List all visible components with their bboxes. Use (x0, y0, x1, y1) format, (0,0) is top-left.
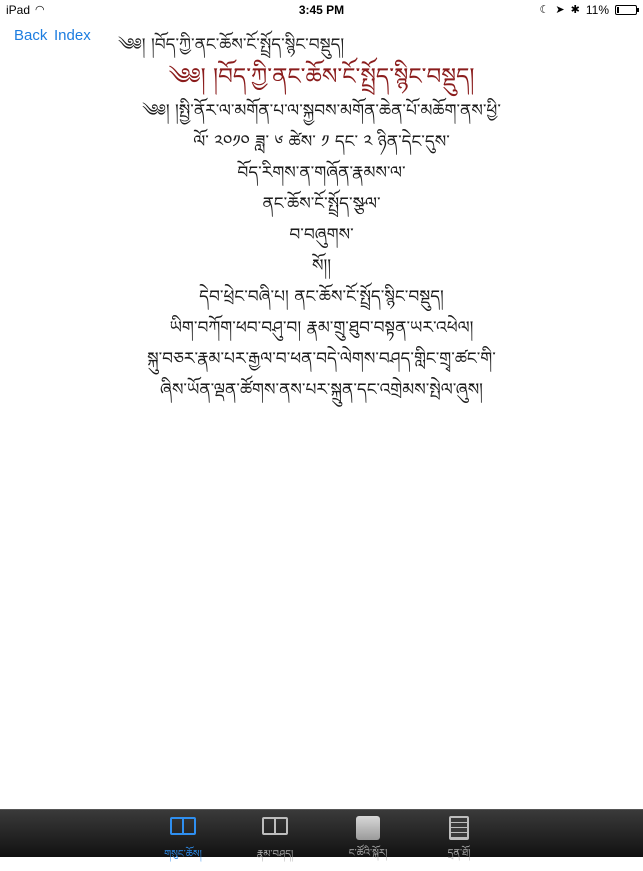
nav-bar: Back Index ༄༅། །བོད་ཀྱི་ནང་ཆོས་ངོ་སྤྲོད་… (0, 20, 643, 56)
open-book-icon (170, 817, 196, 841)
status-bar: iPad ◠ 3:45 PM ☾ ➤ ✱ 11% (0, 0, 643, 20)
status-right: ☾ ➤ ✱ 11% (539, 3, 639, 17)
text-line: བོད་རིགས་ན་གཞོན་རྣམས་ལ་ (237, 163, 406, 183)
back-button[interactable]: Back (14, 27, 47, 44)
text-line: སྐུ་བཅར་རྣམ་པར་རྒྱལ་བ་ཕན་བདེ་ལེགས་བཤད་གླ… (147, 349, 496, 369)
location-arrow-icon: ➤ (555, 4, 565, 16)
tab-teachings[interactable]: གསུང་ཆོས། (143, 813, 223, 860)
text-line: ཡིག་བཀོག་ཕབ་བཤུ་བ། རྣམ་གྲུ་ཐུབ་བསྟན་ཡར་འ… (169, 318, 474, 338)
battery-icon (615, 5, 639, 15)
text-line: བ་བཞུགས་ (289, 225, 354, 245)
moon-icon: ☾ (539, 4, 550, 16)
text-line: སོ།། (311, 256, 332, 276)
text-line: ལོ་ ༢༠༡༠ ཟླ་ ༦ ཚེས་ ༡ དང་ ༢ ཉིན་དེང་དུས་ (193, 132, 450, 152)
index-button[interactable]: Index (54, 27, 91, 44)
tab-label: དྲན་ཐོ། (447, 848, 471, 859)
text-line: ༄༅། །སྤྱི་ནོར་ལ་མགོན་པ་ལ་སྐྱབས་མགོན་ཆེན་… (142, 101, 501, 121)
tab-notes[interactable]: དྲན་ཐོ། (419, 813, 499, 859)
battery-level (617, 7, 619, 13)
open-book-icon (262, 817, 288, 841)
text-line: ཞིས་ཡོན་ལྡན་ཚོགས་ནས་པར་སྐྲུན་དང་འགྲེམས་ས… (160, 380, 483, 400)
text-line: ནང་ཆོས་ངོ་སྤྲོད་སྩལ་ (262, 194, 381, 214)
tab-about[interactable]: ང་ཚོའི་སྐོར། (328, 813, 408, 859)
tab-label: རྣམ་བཤད། (256, 849, 294, 860)
text-line: དེབ་ཕྲེང་བཞི་པ། ནང་ཆོས་ངོ་སྤྲོད་སྙིང་བསྡ… (199, 287, 444, 307)
square-icon (355, 816, 381, 840)
tab-bar: གསུང་ཆོས། རྣམ་བཤད། ང་ཚོའི་སྐོར། དྲན་ཐོ། (0, 809, 643, 860)
tab-label: ང་ཚོའི་སྐོར། (348, 848, 388, 859)
tab-label: གསུང་ཆོས། (164, 849, 202, 860)
notebook-icon (446, 816, 472, 840)
text-content: ༄༅། །བོད་ཀྱི་ནང་ཆོས་ངོ་སྤྲོད་སྙིང་བསྡུད།… (0, 58, 643, 406)
page-title: ༄༅། །བོད་ཀྱི་ནང་ཆོས་ངོ་སྤྲོད་སྙིང་བསྡུད། (168, 64, 475, 90)
bluetooth-icon: ✱ (570, 4, 580, 16)
battery-percent: 11% (585, 3, 609, 17)
tab-commentary[interactable]: རྣམ་བཤད། (235, 813, 315, 860)
